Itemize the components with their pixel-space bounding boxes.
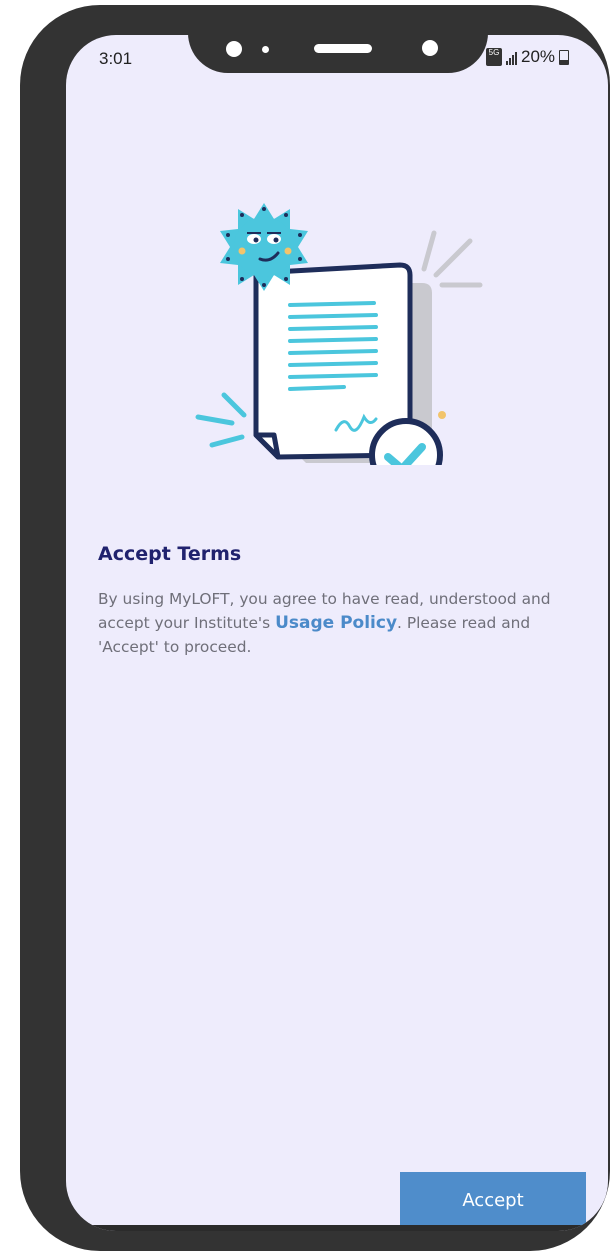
- terms-description: By using MyLOFT, you agree to have read,…: [98, 587, 588, 659]
- status-indicators: 5G 20%: [486, 47, 570, 67]
- signal-bars-icon: [506, 49, 517, 65]
- accept-button[interactable]: Accept: [400, 1172, 586, 1228]
- usage-policy-link[interactable]: Usage Policy: [275, 613, 397, 633]
- battery-icon: [559, 49, 570, 65]
- page-title: Accept Terms: [98, 543, 242, 565]
- 5g-network-icon: 5G: [486, 48, 502, 66]
- battery-text: 20%: [521, 47, 556, 66]
- camera-dot-icon: [226, 41, 242, 57]
- sensor-dot-icon: [262, 46, 269, 53]
- phone-frame: 3:01 5G 20% Accept Terms By using MyLOFT…: [20, 5, 610, 1251]
- speaker-bar-icon: [314, 44, 372, 53]
- camera-dot-right-icon: [422, 40, 438, 56]
- terms-document-illustration-icon: [195, 203, 483, 465]
- status-time: 3:01: [99, 49, 133, 68]
- screen-bottom-edge: [66, 1225, 608, 1231]
- camera-notch: [188, 27, 488, 73]
- app-screen: 3:01 5G 20% Accept Terms By using MyLOFT…: [66, 35, 608, 1231]
